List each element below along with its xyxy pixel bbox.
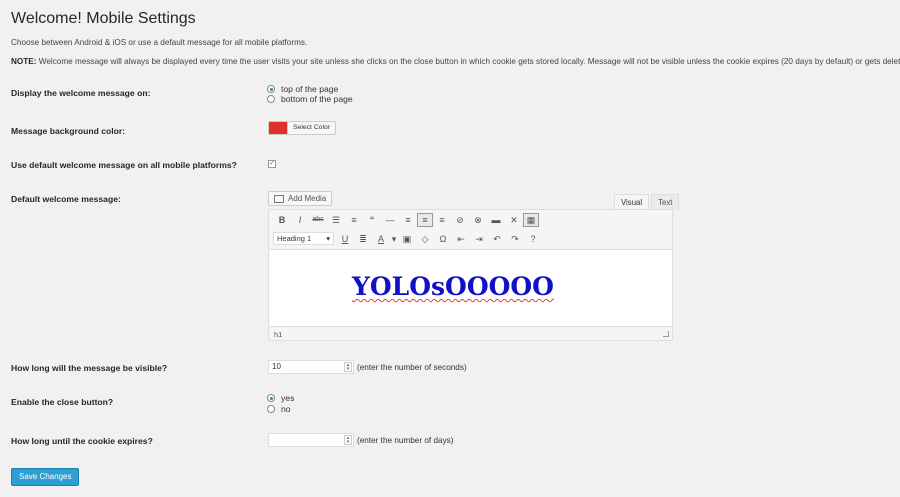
clear-format-icon[interactable]: ◇ — [416, 231, 434, 247]
welcome-message-heading[interactable]: YOLOsOOOOO — [352, 272, 554, 301]
special-char-icon[interactable]: Ω — [434, 231, 452, 247]
radio-label: bottom of the page — [281, 94, 353, 104]
radio-button[interactable] — [267, 405, 275, 413]
media-icon — [274, 194, 284, 203]
underline-icon[interactable]: U — [336, 231, 354, 247]
editor-toolbar-row-1: B I abc ☰ ≡ “ — ≡ ≡ ≡ ⊘ ⊗ ▬ ✕ ▦ — [269, 210, 672, 229]
radio-label: top of the page — [281, 84, 339, 94]
blockquote-icon[interactable]: “ — [363, 212, 381, 228]
chevron-down-icon[interactable]: ▾ — [390, 231, 398, 247]
add-media-button[interactable]: Add Media — [268, 191, 333, 206]
cookie-expiry-label: How long until the cookie expires? — [11, 436, 153, 446]
use-default-checkbox[interactable]: ✓ — [268, 160, 276, 168]
align-left-icon[interactable]: ≡ — [399, 212, 417, 228]
bg-color-label: Message background color: — [11, 126, 126, 136]
radio-close-no[interactable]: no — [267, 404, 291, 414]
indent-icon[interactable]: ⇥ — [470, 231, 488, 247]
editor-toolbar-row-2: Heading 1 ▾ U ≣ A ▾ ▣ ◇ Ω ⇤ ⇥ ↶ ↷ ? — [269, 229, 672, 248]
radio-bottom-of-page[interactable]: bottom of the page — [267, 94, 353, 104]
bold-icon[interactable]: B — [273, 212, 291, 228]
visible-seconds-input[interactable]: 10 ▴ ▾ — [268, 360, 354, 374]
radio-close-yes[interactable]: yes — [267, 393, 294, 403]
editor-status-path[interactable]: h1 — [274, 330, 282, 339]
visible-seconds-label: How long will the message be visible? — [11, 363, 168, 373]
editor-tabs: Visual Text — [612, 194, 680, 210]
link-icon[interactable]: ⊘ — [451, 212, 469, 228]
use-default-label: Use default welcome message on all mobil… — [11, 160, 237, 170]
tab-text[interactable]: Text — [651, 194, 680, 210]
radio-top-of-page[interactable]: top of the page — [267, 84, 338, 94]
spinner-icon[interactable]: ▴ ▾ — [344, 435, 352, 445]
undo-icon[interactable]: ↶ — [488, 231, 506, 247]
format-select[interactable]: Heading 1 ▾ — [273, 232, 334, 245]
default-message-label: Default welcome message: — [11, 194, 121, 204]
add-media-label: Add Media — [288, 194, 327, 203]
help-icon[interactable]: ? — [524, 231, 542, 247]
cookie-expiry-hint: (enter the number of days) — [357, 436, 454, 445]
fullscreen-icon[interactable]: ✕ — [505, 212, 523, 228]
note-label: NOTE: — [11, 57, 37, 66]
radio-button[interactable] — [267, 85, 275, 93]
read-more-icon[interactable]: ▬ — [487, 212, 505, 228]
outdent-icon[interactable]: ⇤ — [452, 231, 470, 247]
save-changes-button[interactable]: Save Changes — [11, 468, 80, 486]
radio-button[interactable] — [267, 394, 275, 402]
redo-icon[interactable]: ↷ — [506, 231, 524, 247]
color-swatch[interactable] — [269, 122, 287, 134]
visible-seconds-hint: (enter the number of seconds) — [357, 363, 467, 372]
close-button-label: Enable the close button? — [11, 397, 114, 407]
editor-content-area[interactable]: YOLOsOOOOO — [269, 249, 672, 327]
horizontal-rule-icon[interactable]: — — [381, 212, 399, 228]
justify-icon[interactable]: ≣ — [354, 231, 372, 247]
note-text: Welcome message will always be displayed… — [38, 57, 900, 66]
page-title: Welcome! Mobile Settings — [11, 10, 196, 27]
radio-label: no — [281, 404, 291, 414]
bullet-list-icon[interactable]: ☰ — [327, 212, 345, 228]
cookie-expiry-input[interactable]: ▴ ▾ — [268, 433, 354, 447]
unlink-icon[interactable]: ⊗ — [469, 212, 487, 228]
select-color-button[interactable]: Select Color — [287, 122, 335, 134]
page-note: NOTE: Welcome message will always be dis… — [11, 57, 900, 66]
rich-text-editor: B I abc ☰ ≡ “ — ≡ ≡ ≡ ⊘ ⊗ ▬ ✕ ▦ Heading … — [268, 209, 673, 341]
resize-handle-icon[interactable] — [663, 331, 669, 337]
strikethrough-icon[interactable]: abc — [309, 212, 327, 228]
color-picker[interactable]: Select Color — [268, 121, 337, 135]
align-right-icon[interactable]: ≡ — [433, 212, 451, 228]
page-intro: Choose between Android & iOS or use a de… — [11, 38, 308, 47]
visible-seconds-value: 10 — [272, 362, 281, 371]
toolbar-toggle-icon[interactable]: ▦ — [523, 212, 539, 227]
spinner-icon[interactable]: ▴ ▾ — [344, 362, 352, 372]
radio-label: yes — [281, 393, 295, 403]
text-color-icon[interactable]: A — [372, 231, 390, 247]
chevron-down-icon: ▾ — [326, 234, 330, 243]
format-value: Heading 1 — [277, 234, 312, 243]
align-center-icon[interactable]: ≡ — [417, 212, 433, 227]
paste-text-icon[interactable]: ▣ — [398, 231, 416, 247]
position-label: Display the welcome message on: — [11, 88, 151, 98]
italic-icon[interactable]: I — [291, 212, 309, 228]
radio-button[interactable] — [267, 95, 275, 103]
numbered-list-icon[interactable]: ≡ — [345, 212, 363, 228]
tab-visual[interactable]: Visual — [614, 194, 650, 210]
